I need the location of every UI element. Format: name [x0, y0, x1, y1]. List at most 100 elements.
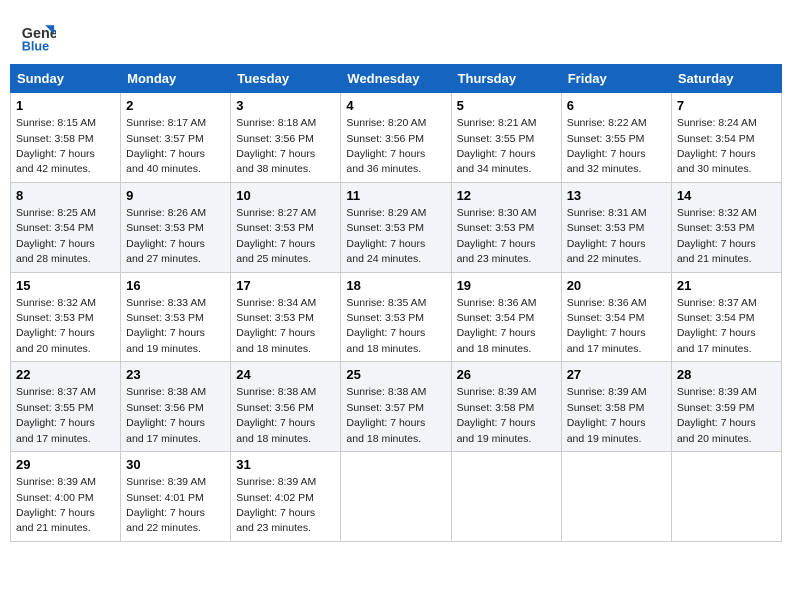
calendar-day-30: 30 Sunrise: 8:39 AM Sunset: 4:01 PM Dayl… — [121, 452, 231, 542]
sunrise: Sunrise: 8:20 AM — [346, 117, 426, 129]
col-header-monday: Monday — [121, 65, 231, 93]
day-number: 31 — [236, 456, 335, 474]
daylight: Daylight: 7 hours and 20 minutes. — [16, 327, 95, 354]
daylight: Daylight: 7 hours and 19 minutes. — [567, 417, 646, 444]
daylight: Daylight: 7 hours and 18 minutes. — [346, 327, 425, 354]
sunset: Sunset: 3:53 PM — [236, 312, 314, 324]
calendar-day-29: 29 Sunrise: 8:39 AM Sunset: 4:00 PM Dayl… — [11, 452, 121, 542]
empty-cell — [341, 452, 451, 542]
sunrise: Sunrise: 8:37 AM — [677, 297, 757, 309]
day-number: 20 — [567, 277, 666, 295]
daylight: Daylight: 7 hours and 21 minutes. — [677, 238, 756, 265]
sunrise: Sunrise: 8:39 AM — [457, 386, 537, 398]
sunset: Sunset: 3:56 PM — [346, 133, 424, 145]
daylight: Daylight: 7 hours and 17 minutes. — [567, 327, 646, 354]
daylight: Daylight: 7 hours and 36 minutes. — [346, 148, 425, 175]
sunset: Sunset: 4:02 PM — [236, 492, 314, 504]
day-number: 9 — [126, 187, 225, 205]
logo: General Blue — [20, 18, 60, 54]
daylight: Daylight: 7 hours and 22 minutes. — [126, 507, 205, 534]
sunrise: Sunrise: 8:39 AM — [236, 476, 316, 488]
sunset: Sunset: 4:01 PM — [126, 492, 204, 504]
sunrise: Sunrise: 8:24 AM — [677, 117, 757, 129]
daylight: Daylight: 7 hours and 20 minutes. — [677, 417, 756, 444]
sunrise: Sunrise: 8:31 AM — [567, 207, 647, 219]
sunset: Sunset: 3:53 PM — [236, 222, 314, 234]
daylight: Daylight: 7 hours and 28 minutes. — [16, 238, 95, 265]
calendar-day-8: 8 Sunrise: 8:25 AM Sunset: 3:54 PM Dayli… — [11, 182, 121, 272]
calendar-day-10: 10 Sunrise: 8:27 AM Sunset: 3:53 PM Dayl… — [231, 182, 341, 272]
day-number: 30 — [126, 456, 225, 474]
daylight: Daylight: 7 hours and 22 minutes. — [567, 238, 646, 265]
sunset: Sunset: 3:57 PM — [346, 402, 424, 414]
day-number: 12 — [457, 187, 556, 205]
sunrise: Sunrise: 8:39 AM — [567, 386, 647, 398]
sunrise: Sunrise: 8:29 AM — [346, 207, 426, 219]
sunrise: Sunrise: 8:33 AM — [126, 297, 206, 309]
sunset: Sunset: 3:55 PM — [567, 133, 645, 145]
daylight: Daylight: 7 hours and 25 minutes. — [236, 238, 315, 265]
calendar-day-23: 23 Sunrise: 8:38 AM Sunset: 3:56 PM Dayl… — [121, 362, 231, 452]
day-number: 26 — [457, 366, 556, 384]
sunset: Sunset: 3:55 PM — [457, 133, 535, 145]
sunset: Sunset: 3:53 PM — [346, 312, 424, 324]
day-number: 14 — [677, 187, 776, 205]
sunset: Sunset: 3:56 PM — [236, 133, 314, 145]
calendar-day-12: 12 Sunrise: 8:30 AM Sunset: 3:53 PM Dayl… — [451, 182, 561, 272]
sunrise: Sunrise: 8:36 AM — [567, 297, 647, 309]
calendar-day-21: 21 Sunrise: 8:37 AM Sunset: 3:54 PM Dayl… — [671, 272, 781, 362]
day-number: 13 — [567, 187, 666, 205]
sunset: Sunset: 3:58 PM — [16, 133, 94, 145]
sunset: Sunset: 3:53 PM — [346, 222, 424, 234]
calendar-day-3: 3 Sunrise: 8:18 AM Sunset: 3:56 PM Dayli… — [231, 93, 341, 183]
calendar-day-28: 28 Sunrise: 8:39 AM Sunset: 3:59 PM Dayl… — [671, 362, 781, 452]
day-number: 15 — [16, 277, 115, 295]
sunrise: Sunrise: 8:39 AM — [126, 476, 206, 488]
calendar-day-19: 19 Sunrise: 8:36 AM Sunset: 3:54 PM Dayl… — [451, 272, 561, 362]
day-number: 24 — [236, 366, 335, 384]
calendar-day-24: 24 Sunrise: 8:38 AM Sunset: 3:56 PM Dayl… — [231, 362, 341, 452]
calendar-day-22: 22 Sunrise: 8:37 AM Sunset: 3:55 PM Dayl… — [11, 362, 121, 452]
sunset: Sunset: 3:54 PM — [457, 312, 535, 324]
sunrise: Sunrise: 8:37 AM — [16, 386, 96, 398]
sunrise: Sunrise: 8:26 AM — [126, 207, 206, 219]
day-number: 8 — [16, 187, 115, 205]
day-number: 23 — [126, 366, 225, 384]
col-header-saturday: Saturday — [671, 65, 781, 93]
daylight: Daylight: 7 hours and 30 minutes. — [677, 148, 756, 175]
day-number: 5 — [457, 97, 556, 115]
calendar-day-13: 13 Sunrise: 8:31 AM Sunset: 3:53 PM Dayl… — [561, 182, 671, 272]
sunrise: Sunrise: 8:38 AM — [126, 386, 206, 398]
daylight: Daylight: 7 hours and 19 minutes. — [457, 417, 536, 444]
page-header: General Blue — [10, 10, 782, 58]
calendar-day-9: 9 Sunrise: 8:26 AM Sunset: 3:53 PM Dayli… — [121, 182, 231, 272]
sunset: Sunset: 3:53 PM — [677, 222, 755, 234]
empty-cell — [451, 452, 561, 542]
sunrise: Sunrise: 8:18 AM — [236, 117, 316, 129]
col-header-sunday: Sunday — [11, 65, 121, 93]
calendar-day-6: 6 Sunrise: 8:22 AM Sunset: 3:55 PM Dayli… — [561, 93, 671, 183]
col-header-wednesday: Wednesday — [341, 65, 451, 93]
sunrise: Sunrise: 8:32 AM — [677, 207, 757, 219]
day-number: 16 — [126, 277, 225, 295]
sunset: Sunset: 3:53 PM — [126, 222, 204, 234]
day-number: 25 — [346, 366, 445, 384]
daylight: Daylight: 7 hours and 38 minutes. — [236, 148, 315, 175]
day-number: 22 — [16, 366, 115, 384]
calendar-day-14: 14 Sunrise: 8:32 AM Sunset: 3:53 PM Dayl… — [671, 182, 781, 272]
sunrise: Sunrise: 8:21 AM — [457, 117, 537, 129]
calendar-day-16: 16 Sunrise: 8:33 AM Sunset: 3:53 PM Dayl… — [121, 272, 231, 362]
sunrise: Sunrise: 8:27 AM — [236, 207, 316, 219]
day-number: 2 — [126, 97, 225, 115]
sunset: Sunset: 3:58 PM — [457, 402, 535, 414]
daylight: Daylight: 7 hours and 17 minutes. — [16, 417, 95, 444]
sunset: Sunset: 3:53 PM — [126, 312, 204, 324]
col-header-tuesday: Tuesday — [231, 65, 341, 93]
svg-text:Blue: Blue — [22, 39, 49, 53]
daylight: Daylight: 7 hours and 18 minutes. — [236, 417, 315, 444]
calendar-day-2: 2 Sunrise: 8:17 AM Sunset: 3:57 PM Dayli… — [121, 93, 231, 183]
calendar-day-26: 26 Sunrise: 8:39 AM Sunset: 3:58 PM Dayl… — [451, 362, 561, 452]
daylight: Daylight: 7 hours and 17 minutes. — [677, 327, 756, 354]
calendar-table: SundayMondayTuesdayWednesdayThursdayFrid… — [10, 64, 782, 542]
daylight: Daylight: 7 hours and 42 minutes. — [16, 148, 95, 175]
